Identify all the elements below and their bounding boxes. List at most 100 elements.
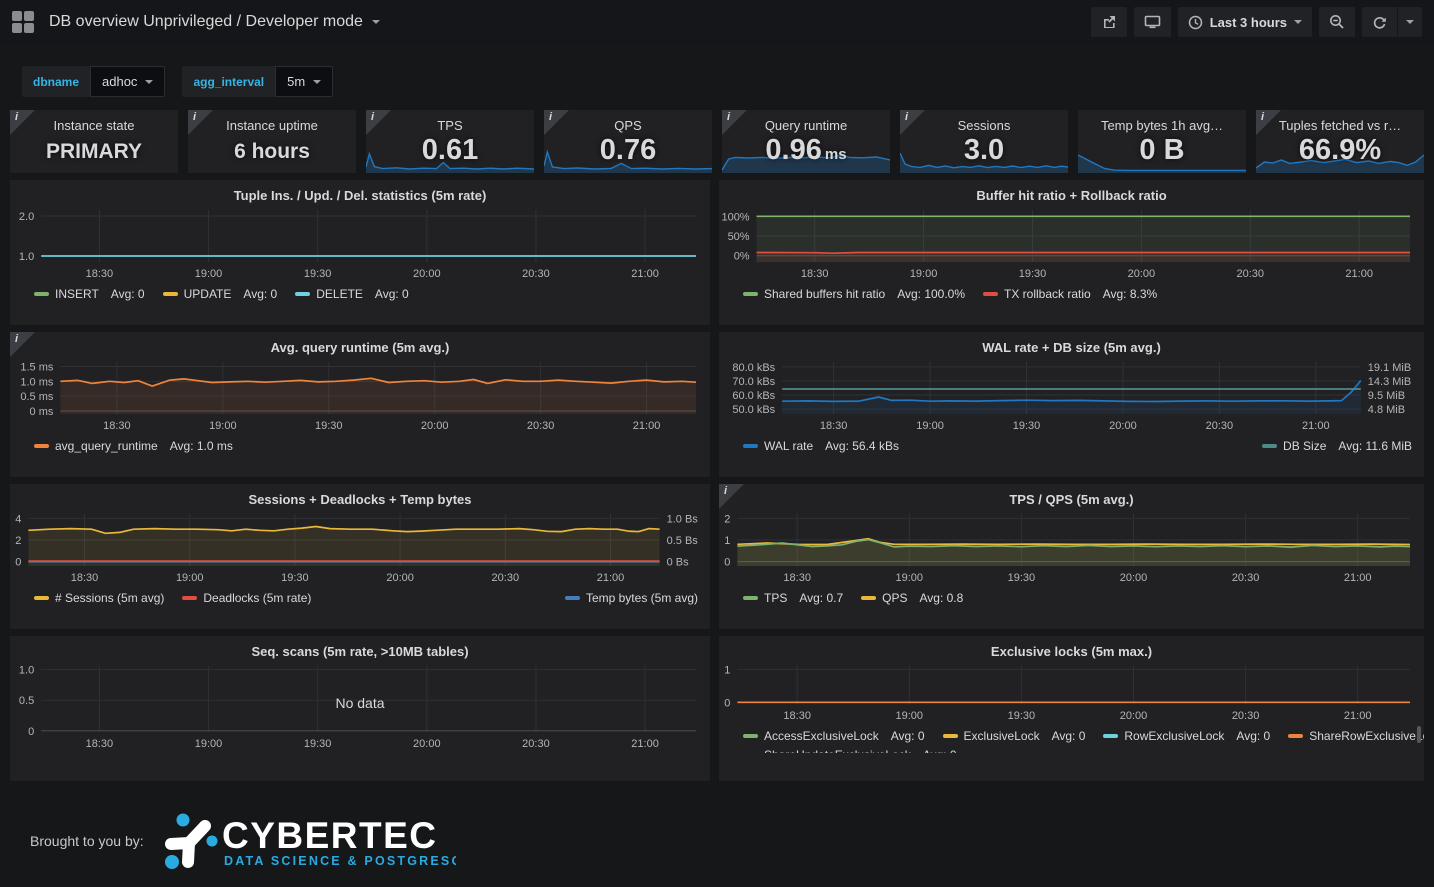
legend-series-color <box>743 292 758 296</box>
legend-item[interactable]: QPSAvg: 0.8 <box>861 591 963 605</box>
time-range-picker[interactable]: Last 3 hours <box>1178 7 1312 37</box>
chart-canvas[interactable]: 18:3019:0019:3020:0020:3021:002.01.0 <box>10 207 710 281</box>
svg-text:50.0 kBs: 50.0 kBs <box>732 404 775 416</box>
legend-item[interactable]: DB SizeAvg: 11.6 MiB <box>1262 439 1412 453</box>
panel-info-icon[interactable]: i <box>719 484 744 509</box>
legend-item[interactable]: ExclusiveLockAvg: 0 <box>943 729 1086 743</box>
stat-value: 0.76 <box>544 134 712 167</box>
stat-title[interactable]: Sessions <box>900 110 1068 133</box>
stat-panel: iSessions3.0 <box>900 110 1068 173</box>
svg-text:20:00: 20:00 <box>1120 710 1148 722</box>
legend-series-label: TX rollback ratio <box>1004 287 1091 301</box>
svg-text:19:00: 19:00 <box>896 572 924 584</box>
chart-canvas[interactable]: 18:3019:0019:3020:0020:3021:0080.0 kBs70… <box>719 359 1424 433</box>
grafana-dashboards-icon[interactable] <box>12 11 34 33</box>
panel-title[interactable]: Exclusive locks (5m max.) <box>719 636 1424 663</box>
chart-legend: TPSAvg: 0.7 QPSAvg: 0.8 <box>719 585 1424 607</box>
legend-item[interactable]: ShareRowExclusiveLockAvg: 0 <box>1288 729 1424 743</box>
dashboard-title[interactable]: DB overview Unprivileged / Developer mod… <box>49 13 380 31</box>
footer-text: Brought to you by: <box>30 833 144 849</box>
chart-canvas[interactable]: 18:3019:0019:3020:0020:3021:0010 <box>719 663 1424 723</box>
svg-text:0%: 0% <box>734 251 750 263</box>
legend-item[interactable]: TX rollback ratioAvg: 8.3% <box>983 287 1157 301</box>
chart-canvas[interactable]: 18:3019:0019:3020:0020:3021:00210 <box>719 511 1424 585</box>
panel-info-icon[interactable]: i <box>366 110 391 135</box>
panel-info-icon[interactable]: i <box>188 110 213 135</box>
legend-item[interactable]: Shared buffers hit ratioAvg: 100.0% <box>743 287 965 301</box>
cycle-view-mode-button[interactable] <box>1134 7 1171 37</box>
legend-item[interactable]: avg_query_runtimeAvg: 1.0 ms <box>34 439 233 453</box>
panel-info-icon[interactable]: i <box>10 332 35 357</box>
svg-text:18:30: 18:30 <box>783 572 811 584</box>
stat-title[interactable]: Temp bytes 1h avg… <box>1078 110 1246 133</box>
panel-title[interactable]: Buffer hit ratio + Rollback ratio <box>719 180 1424 207</box>
svg-text:1.0 Bs: 1.0 Bs <box>667 513 699 525</box>
stat-value: 0.61 <box>366 134 534 167</box>
legend-item[interactable]: RowExclusiveLockAvg: 0 <box>1103 729 1270 743</box>
zoom-out-time-button[interactable] <box>1319 7 1355 37</box>
svg-text:20:00: 20:00 <box>386 572 414 584</box>
refresh-button[interactable] <box>1362 7 1397 37</box>
panel-info-icon[interactable]: i <box>544 110 569 135</box>
legend-series-label: INSERT <box>55 287 99 301</box>
legend-item[interactable]: UPDATEAvg: 0 <box>163 287 278 301</box>
panel-info-icon[interactable]: i <box>722 110 747 135</box>
chart-canvas[interactable]: 18:3019:0019:3020:0020:3021:00100%50%0% <box>719 207 1424 281</box>
legend-series-avg: Avg: 56.4 kBs <box>825 439 899 453</box>
stat-panel: Temp bytes 1h avg…0 B <box>1078 110 1246 173</box>
svg-text:21:00: 21:00 <box>1345 268 1373 280</box>
legend-scrollbar[interactable] <box>1417 726 1421 743</box>
chart-canvas[interactable]: 18:3019:0019:3020:0020:3021:004201.0 Bs0… <box>10 511 710 585</box>
svg-text:18:30: 18:30 <box>86 268 114 280</box>
legend-item[interactable]: WAL rateAvg: 56.4 kBs <box>743 439 899 453</box>
panel-title[interactable]: Seq. scans (5m rate, >10MB tables) <box>10 636 710 663</box>
panel-title[interactable]: TPS / QPS (5m avg.) <box>719 484 1424 511</box>
svg-text:20:30: 20:30 <box>1232 572 1260 584</box>
svg-text:21:00: 21:00 <box>633 420 661 432</box>
svg-text:20:00: 20:00 <box>413 268 441 280</box>
legend-item[interactable]: DELETEAvg: 0 <box>295 287 409 301</box>
legend-item[interactable]: Temp bytes (5m avg) <box>565 591 698 605</box>
panel-wal-rate-db-size: WAL rate + DB size (5m avg.) 18:3019:001… <box>719 332 1424 477</box>
panel-title[interactable]: Avg. query runtime (5m avg.) <box>10 332 710 359</box>
panel-info-icon[interactable]: i <box>900 110 925 135</box>
stat-value: 0 B <box>1078 134 1246 167</box>
legend-series-label: Shared buffers hit ratio <box>764 287 885 301</box>
legend-item[interactable]: # Sessions (5m avg) <box>34 591 164 605</box>
share-dashboard-button[interactable] <box>1091 7 1127 37</box>
svg-text:19:30: 19:30 <box>281 572 309 584</box>
chart-legend: # Sessions (5m avg) Deadlocks (5m rate) Te… <box>10 585 710 607</box>
panel-title[interactable]: Tuple Ins. / Upd. / Del. statistics (5m … <box>10 180 710 207</box>
stat-title[interactable]: TPS <box>366 110 534 133</box>
legend-item[interactable]: TPSAvg: 0.7 <box>743 591 843 605</box>
legend-item[interactable]: INSERTAvg: 0 <box>34 287 145 301</box>
stat-title[interactable]: Instance state <box>10 110 178 133</box>
legend-item[interactable]: AccessExclusiveLockAvg: 0 <box>743 729 925 743</box>
stat-title[interactable]: Query runtime <box>722 110 890 133</box>
panel-title[interactable]: Sessions + Deadlocks + Temp bytes <box>10 484 710 511</box>
stat-title[interactable]: Tuples fetched vs r… <box>1256 110 1424 133</box>
panel-info-icon[interactable]: i <box>10 110 35 135</box>
chart-canvas[interactable]: 18:3019:0019:3020:0020:3021:001.5 ms1.0 … <box>10 359 710 433</box>
legend-series-avg: Avg: 0.8 <box>920 591 964 605</box>
panel-title[interactable]: WAL rate + DB size (5m avg.) <box>719 332 1424 359</box>
refresh-interval-dropdown[interactable] <box>1398 7 1422 37</box>
legend-series-avg: Avg: 0 <box>923 748 957 754</box>
variable-agg-interval-value[interactable]: 5m <box>275 66 333 97</box>
stat-panel: iQPS0.76 <box>544 110 712 173</box>
variable-dbname-value[interactable]: adhoc <box>90 66 165 97</box>
legend-series-avg: Avg: 0 <box>1236 729 1270 743</box>
panel-info-icon[interactable]: i <box>1256 110 1281 135</box>
legend-item[interactable]: ShareUpdateExclusiveLockAvg: 0 <box>743 748 957 754</box>
legend-series-avg: Avg: 11.6 MiB <box>1338 439 1412 453</box>
stat-panel: iTuples fetched vs r…66.9% <box>1256 110 1424 173</box>
legend-series-color <box>861 596 876 600</box>
svg-text:18:30: 18:30 <box>71 572 99 584</box>
svg-text:20:30: 20:30 <box>527 420 555 432</box>
svg-text:4: 4 <box>15 513 21 525</box>
stat-title[interactable]: Instance uptime <box>188 110 356 133</box>
legend-item[interactable]: Deadlocks (5m rate) <box>182 591 311 605</box>
chart-canvas[interactable]: No data 18:3019:0019:3020:0020:3021:001.… <box>10 663 710 751</box>
legend-series-label: # Sessions (5m avg) <box>55 591 164 605</box>
stat-title[interactable]: QPS <box>544 110 712 133</box>
